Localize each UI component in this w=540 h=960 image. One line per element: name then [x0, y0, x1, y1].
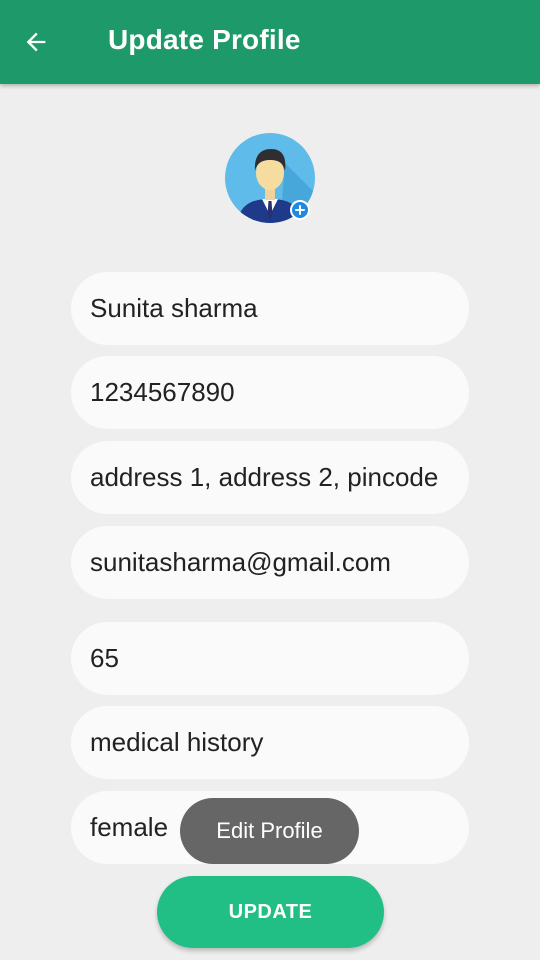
address-field[interactable]: address 1, address 2, pincode [71, 441, 469, 514]
arrow-left-icon[interactable] [22, 28, 50, 56]
phone-field[interactable]: 1234567890 [71, 356, 469, 429]
age-field[interactable]: 65 [71, 622, 469, 695]
email-field[interactable]: sunitasharma@gmail.com [71, 526, 469, 599]
name-field[interactable]: Sunita sharma [71, 272, 469, 345]
page-title: Update Profile [108, 24, 301, 55]
plus-icon[interactable] [290, 200, 310, 220]
profile-avatar[interactable] [225, 133, 317, 225]
app-bar: Update Profile [0, 0, 540, 84]
update-button[interactable]: UPDATE [157, 876, 384, 948]
toast-message: Edit Profile [180, 798, 359, 864]
medical-history-field[interactable]: medical history [71, 706, 469, 779]
back-button[interactable] [14, 20, 58, 64]
